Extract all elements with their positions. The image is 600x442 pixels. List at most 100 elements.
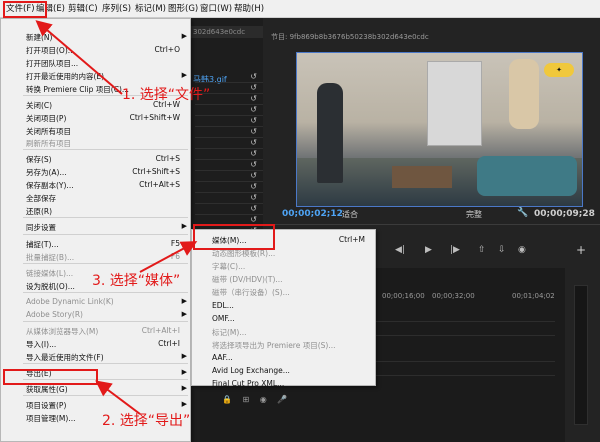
rotate-icon: ↺ — [250, 94, 257, 103]
file-menu-item[interactable]: 保存副本(Y)... Ctrl+Alt+S — [1, 179, 190, 191]
timeline-track[interactable] — [370, 312, 555, 322]
file-menu-item[interactable]: 捕捉(T)... F5 — [1, 238, 190, 250]
video-frame[interactable]: ✦ — [296, 52, 583, 207]
file-menu-item[interactable]: 刷新所有项目 — [1, 137, 190, 149]
export-menu-item[interactable]: OMF... — [192, 313, 375, 325]
submenu-arrow-icon: ▶ — [181, 32, 187, 40]
annotation-step2: 2. 选择“导出” — [102, 413, 191, 429]
file-menu-item-label: 另存为(A)... — [26, 168, 67, 177]
project-row[interactable]: ↺ — [195, 182, 263, 193]
file-menu-item-label: 关闭项目(P) — [26, 114, 67, 123]
export-menu-item[interactable]: Final Cut Pro XML... — [192, 378, 375, 390]
step-forward-icon[interactable]: |▶ — [450, 245, 460, 255]
project-row[interactable]: ↺ — [195, 116, 263, 127]
timeline-time-2: 00;00;32;00 — [432, 292, 475, 300]
quality-select[interactable]: 完整 — [466, 209, 482, 220]
rotate-icon: ↺ — [250, 171, 257, 180]
rotate-icon: ↺ — [250, 193, 257, 202]
timeline-track-icons[interactable]: 🔒 ⊞ ◉ 🎤 — [222, 395, 291, 404]
menu-marker[interactable]: 标记(M) — [133, 3, 168, 16]
export-menu-item[interactable]: 磁带 (DV/HDV)(T)... — [192, 273, 375, 285]
file-menu-item[interactable]: 从媒体浏览器导入(M) Ctrl+Alt+I — [1, 325, 190, 337]
file-menu-item-shortcut: Ctrl+Shift+S — [132, 167, 180, 176]
file-menu-item[interactable]: 另存为(A)... Ctrl+Shift+S — [1, 166, 190, 178]
export-menu-item-shortcut: Ctrl+M — [338, 235, 365, 244]
menu-help[interactable]: 帮助(H) — [232, 3, 266, 16]
file-menu-item[interactable]: 全部保存 — [1, 192, 190, 204]
project-row[interactable]: ↺ — [195, 72, 263, 83]
step-back-icon[interactable]: ◀| — [395, 245, 405, 255]
export-menu-item[interactable]: 标记(M)... — [192, 326, 375, 338]
export-menu-item-label: 标记(M)... — [212, 328, 247, 337]
file-menu-item-shortcut: Ctrl+Alt+I — [141, 326, 180, 335]
extract-icon[interactable]: ⇩ — [498, 245, 506, 255]
rotate-icon: ↺ — [250, 182, 257, 191]
highlight-file-menu — [3, 1, 47, 18]
project-row[interactable]: ↺ — [195, 149, 263, 160]
file-menu-item[interactable]: 打开最近使用的内容(E) ▶ — [1, 70, 190, 82]
project-row[interactable]: ↺ — [195, 138, 263, 149]
fit-select[interactable]: 适合 — [342, 209, 358, 220]
file-menu-item[interactable]: 批量捕捉(B)... F6 — [1, 251, 190, 263]
timeline-time-1: 00;00;16;00 — [382, 292, 425, 300]
file-menu-item-label: 保存副本(Y)... — [26, 181, 74, 190]
menu-sequence[interactable]: 序列(S) — [100, 3, 133, 16]
file-menu-item[interactable]: 新建(N) ▶ — [1, 31, 190, 43]
file-menu-item-label: 设为脱机(O)... — [26, 282, 75, 291]
file-menu-item-shortcut: Ctrl+Shift+W — [129, 113, 180, 122]
file-menu-item-label: 全部保存 — [26, 194, 56, 203]
file-menu-item[interactable]: 打开项目(O)... Ctrl+O — [1, 44, 190, 56]
file-menu-item-label: 同步设置 — [26, 223, 56, 232]
file-menu-item[interactable]: 导入(I)... Ctrl+I — [1, 338, 190, 350]
submenu-arrow-icon: ▶ — [181, 310, 187, 318]
wrench-icon[interactable]: 🔧 — [517, 208, 528, 218]
menu-separator — [23, 217, 188, 218]
project-row[interactable]: ↺ — [195, 204, 263, 215]
file-menu-item[interactable]: 同步设置 ▶ — [1, 221, 190, 233]
project-panel-header: 302d643e0cdc — [185, 26, 263, 38]
submenu-arrow-icon: ▶ — [181, 400, 187, 408]
export-menu-item[interactable]: Avid Log Exchange... — [192, 365, 375, 377]
timeline-track[interactable] — [370, 352, 555, 362]
file-menu-item-label: 打开团队项目... — [26, 59, 79, 68]
project-row[interactable]: ↺ — [195, 160, 263, 171]
file-menu-item-label: 关闭所有项目 — [26, 127, 71, 136]
lift-icon[interactable]: ⇧ — [478, 245, 486, 255]
file-menu-item-shortcut: F6 — [170, 252, 180, 261]
menu-graphics[interactable]: 图形(G) — [166, 3, 200, 16]
export-menu-item[interactable]: 将选择项导出为 Premiere 项目(S)... — [192, 339, 375, 351]
menu-window[interactable]: 窗口(W) — [198, 3, 234, 16]
submenu-arrow-icon: ▶ — [181, 222, 187, 230]
file-menu-item[interactable]: Adobe Story(R) ▶ — [1, 309, 190, 321]
file-menu-item-label: 从媒体浏览器导入(M) — [26, 327, 99, 336]
export-menu-item[interactable]: 磁带（串行设备）(S)... — [192, 286, 375, 298]
export-menu-item[interactable]: 字幕(C)... — [192, 260, 375, 272]
menu-clip[interactable]: 剪辑(C) — [66, 3, 100, 16]
file-menu-item[interactable]: 关闭所有项目 — [1, 125, 190, 137]
project-row[interactable]: ↺ — [195, 193, 263, 204]
export-menu-item[interactable]: EDL... — [192, 300, 375, 312]
file-menu-item-label: 项目管理(M)... — [26, 414, 76, 423]
export-menu-item-label: Avid Log Exchange... — [212, 366, 290, 375]
file-menu-item[interactable]: 导入最近使用的文件(F) ▶ — [1, 351, 190, 363]
file-menu-item-label: 获取属性(G) — [26, 385, 68, 394]
camera-icon[interactable]: ◉ — [518, 245, 526, 255]
project-row[interactable]: ↺ — [195, 127, 263, 138]
project-row[interactable]: ↺ — [195, 105, 263, 116]
timecode-current[interactable]: 00;00;02;12 — [282, 209, 343, 219]
timeline-track[interactable] — [370, 326, 555, 336]
play-icon[interactable]: ▶ — [425, 245, 432, 255]
project-row[interactable]: ↺ — [195, 171, 263, 182]
file-menu-item[interactable]: Adobe Dynamic Link(K) ▶ — [1, 296, 190, 308]
file-menu-item[interactable]: 关闭项目(P) Ctrl+Shift+W — [1, 112, 190, 124]
file-menu-item[interactable]: 还原(R) — [1, 205, 190, 217]
add-button-icon[interactable]: + — [576, 243, 586, 257]
menu-separator — [23, 395, 188, 396]
timeline-track[interactable] — [370, 366, 555, 376]
file-menu-item-shortcut: Ctrl+I — [158, 339, 180, 348]
menu-separator — [23, 149, 188, 150]
scrub-bar[interactable] — [265, 224, 600, 225]
file-menu-item[interactable]: 打开团队项目... — [1, 57, 190, 69]
file-menu-item[interactable]: 保存(S) Ctrl+S — [1, 153, 190, 165]
export-menu-item[interactable]: AAF... — [192, 352, 375, 364]
